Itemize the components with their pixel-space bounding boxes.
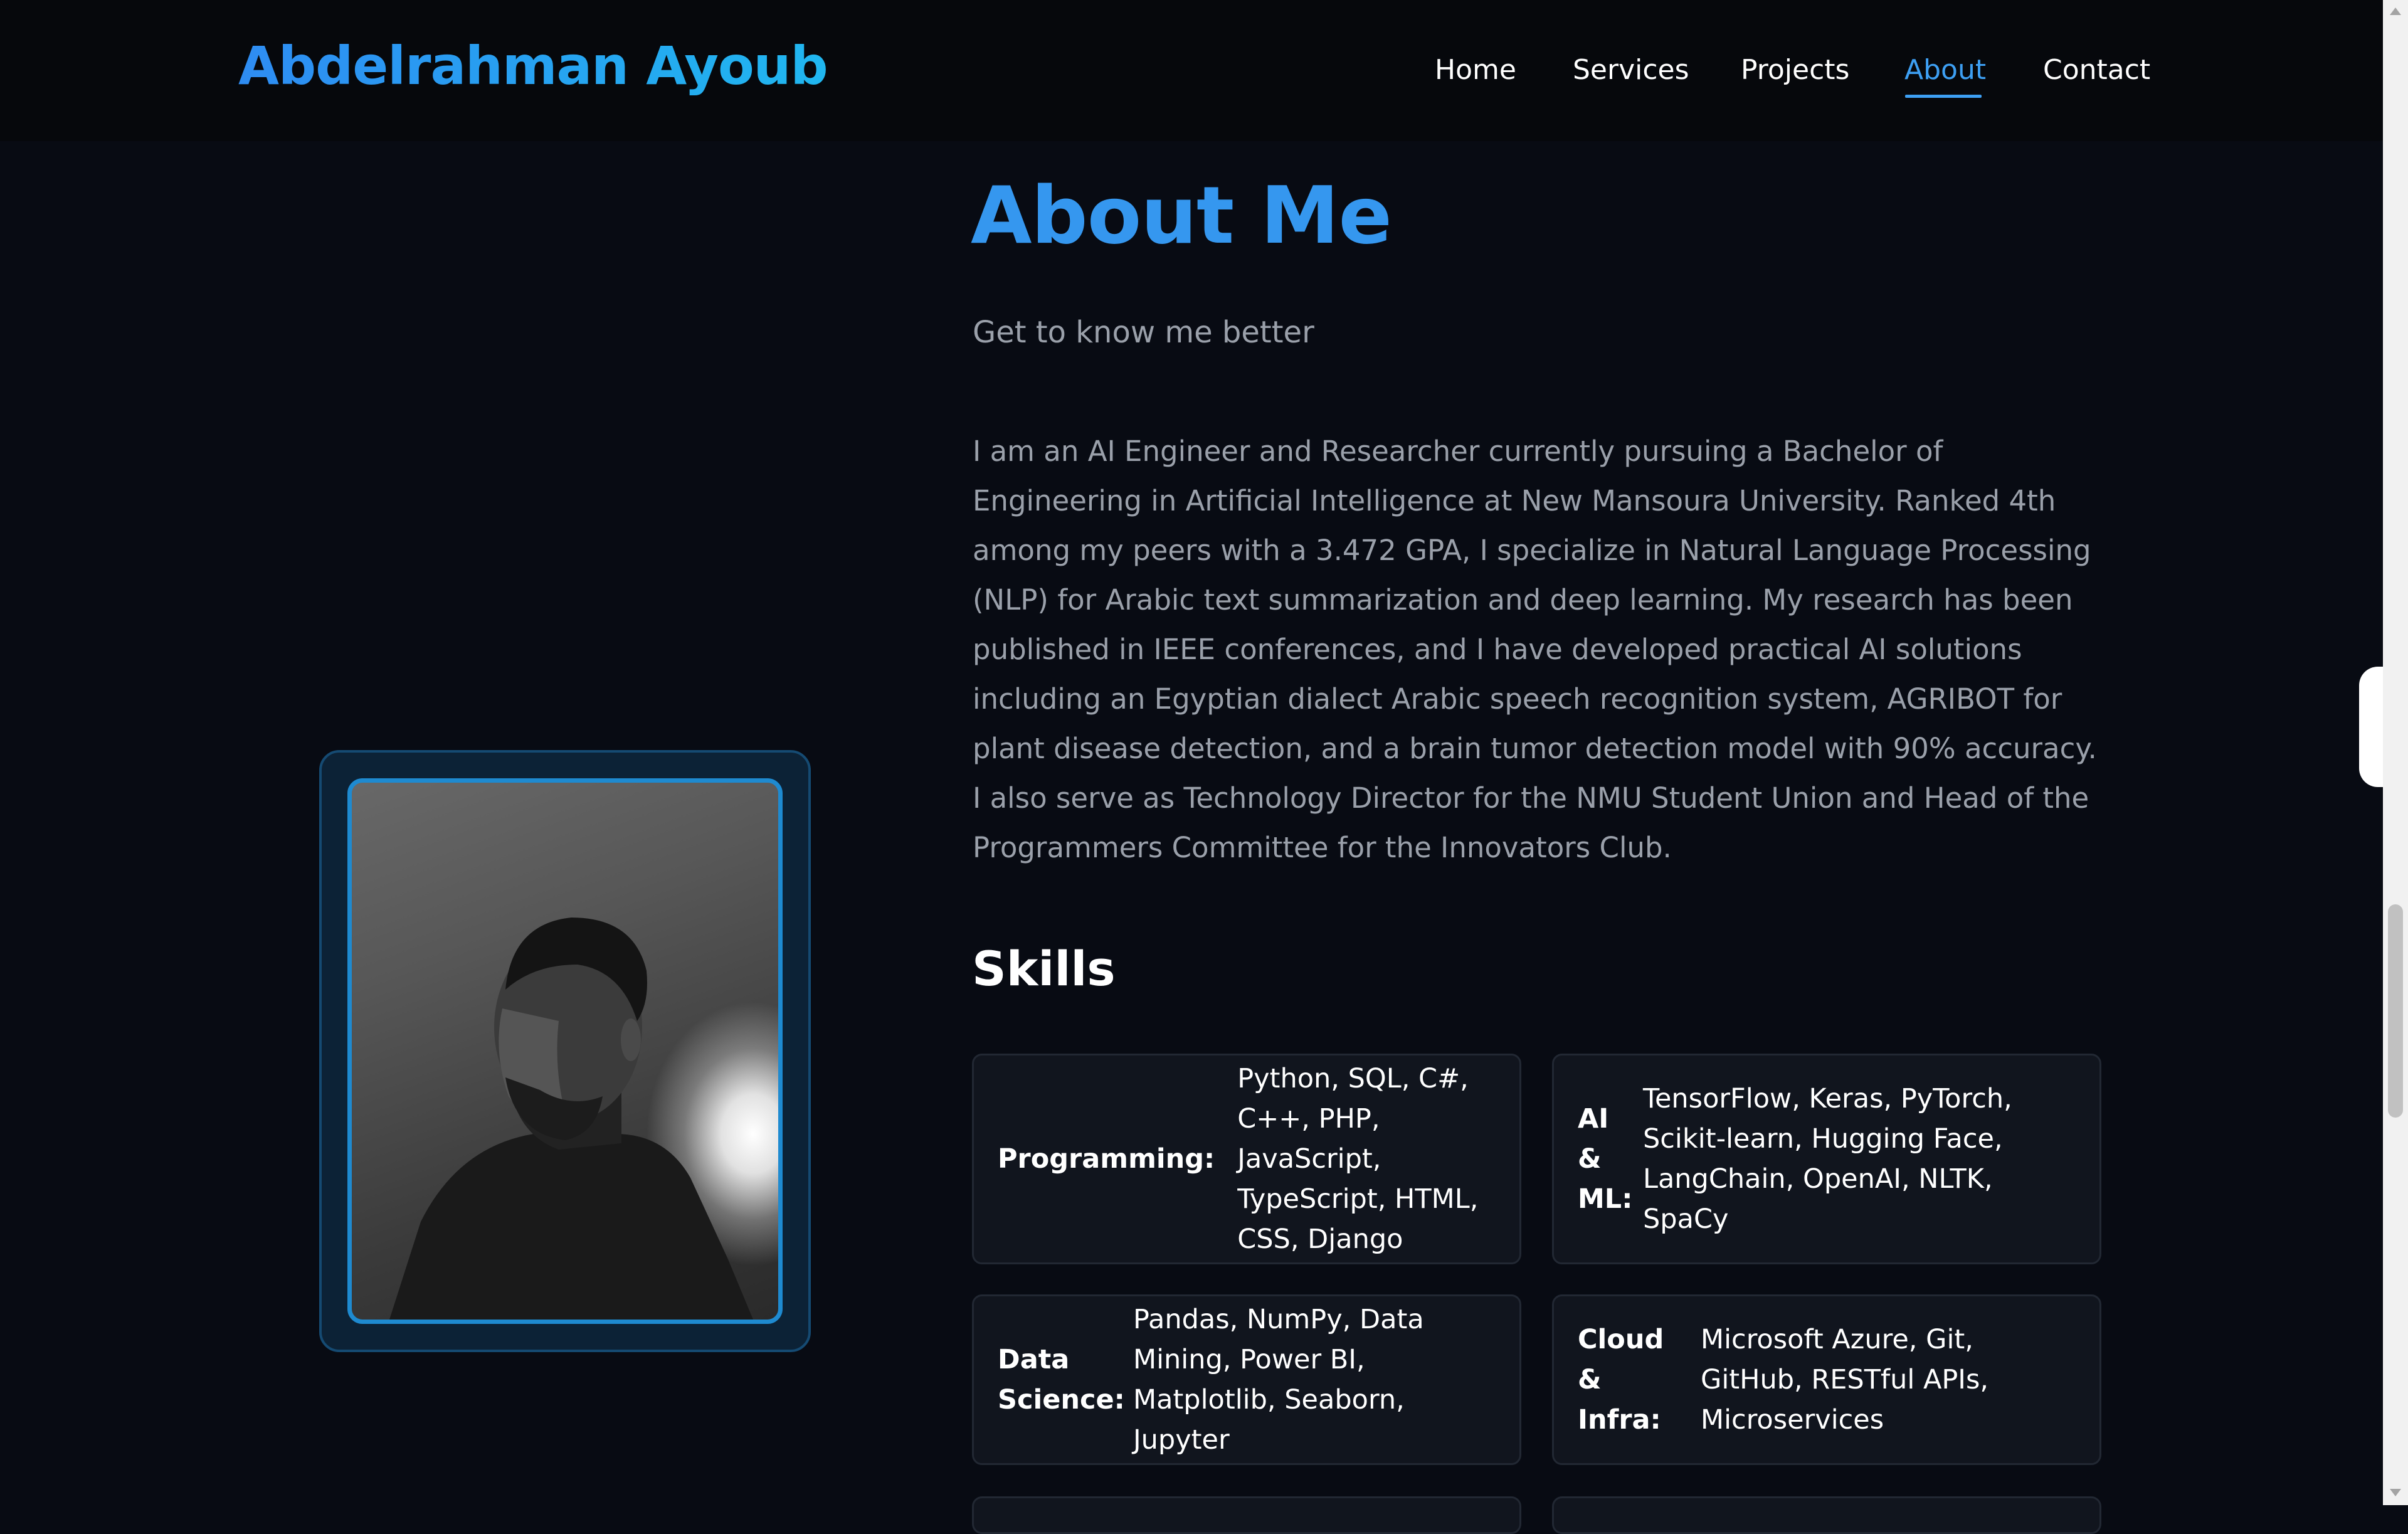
skill-card-data-science: Data Science: Pandas, NumPy, Data Mining… <box>972 1294 1521 1465</box>
scroll-down-icon[interactable] <box>2390 1489 2401 1496</box>
skill-label: Data Science: <box>998 1344 1125 1415</box>
active-nav-indicator <box>1905 95 1982 98</box>
about-subtitle: Get to know me better <box>973 315 1314 350</box>
skill-card-ai-ml: AI & ML: TensorFlow, Keras, PyTorch, Sci… <box>1552 1054 2101 1264</box>
skill-values: Pandas, NumPy, Data Mining, Power BI, Ma… <box>1133 1304 1424 1456</box>
skill-label: AI & ML: <box>1578 1103 1633 1215</box>
skills-heading: Skills <box>972 941 1116 997</box>
nav-home[interactable]: Home <box>1435 54 1516 86</box>
nav-services[interactable]: Services <box>1573 54 1689 86</box>
scroll-up-icon[interactable] <box>2390 8 2401 15</box>
nav-about[interactable]: About <box>1904 54 1986 86</box>
page-scrollbar[interactable] <box>2383 0 2408 1505</box>
site-header: Abdelrahman Ayoub Home Services Projects… <box>0 0 2383 141</box>
scroll-thumb[interactable] <box>2388 904 2403 1118</box>
skill-values: Microsoft Azure, Git, GitHub, RESTful AP… <box>1701 1324 1989 1436</box>
skill-card-programming: Programming: Python, SQL, C#, C++, PHP, … <box>972 1054 1521 1264</box>
skill-values: TensorFlow, Keras, PyTorch, Scikit-learn… <box>1643 1083 2012 1235</box>
skill-label: Cloud & Infra: <box>1578 1324 1664 1436</box>
skill-card-next-left <box>972 1496 1521 1534</box>
profile-photo <box>347 778 783 1324</box>
skill-card-cloud-infra: Cloud & Infra: Microsoft Azure, Git, Git… <box>1552 1294 2101 1465</box>
portrait-silhouette <box>389 918 753 1320</box>
skill-label: Programming: <box>998 1143 1215 1175</box>
about-description: I am an AI Engineer and Researcher curre… <box>973 435 2097 864</box>
about-title: About Me <box>971 169 1392 262</box>
skill-values: Python, SQL, C#, C++, PHP, JavaScript, T… <box>1237 1063 1479 1255</box>
skill-card-next-right <box>1552 1496 2101 1534</box>
nav-projects[interactable]: Projects <box>1741 54 1849 86</box>
profile-photo-frame <box>319 750 811 1352</box>
main-nav: Home Services Projects About Contact <box>0 54 2383 104</box>
nav-contact[interactable]: Contact <box>2043 54 2150 86</box>
floating-side-tab[interactable] <box>2359 667 2383 787</box>
